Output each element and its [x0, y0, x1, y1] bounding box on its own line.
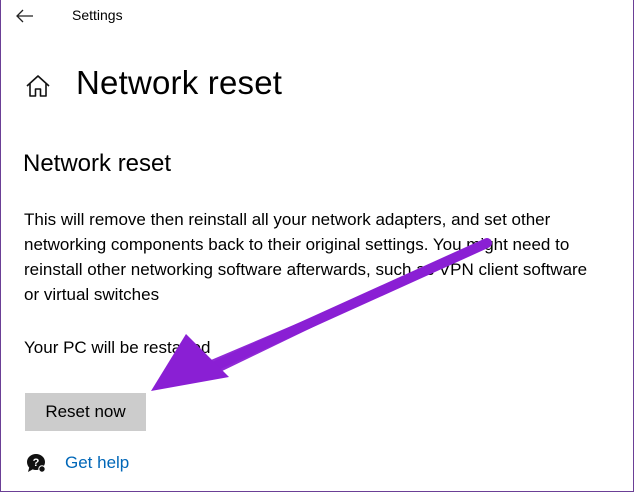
section-title: Network reset	[23, 150, 172, 177]
settings-window: Settings Network reset Network reset Thi…	[0, 0, 634, 492]
home-icon[interactable]	[25, 73, 51, 99]
reset-now-button[interactable]: Reset now	[25, 393, 146, 431]
chat-help-icon: ?	[27, 454, 46, 473]
page-title: Network reset	[76, 64, 283, 101]
app-title: Settings	[72, 7, 123, 23]
title-bar: Settings	[1, 0, 633, 34]
reset-description: This will remove then reinstall all your…	[24, 210, 588, 304]
get-help-row[interactable]: ? Get help	[25, 452, 129, 474]
back-arrow-icon	[16, 9, 33, 23]
svg-text:?: ?	[33, 457, 40, 469]
get-help-link[interactable]: Get help	[65, 453, 129, 473]
back-button[interactable]	[13, 5, 37, 27]
restart-note: Your PC will be restarted	[24, 338, 211, 357]
